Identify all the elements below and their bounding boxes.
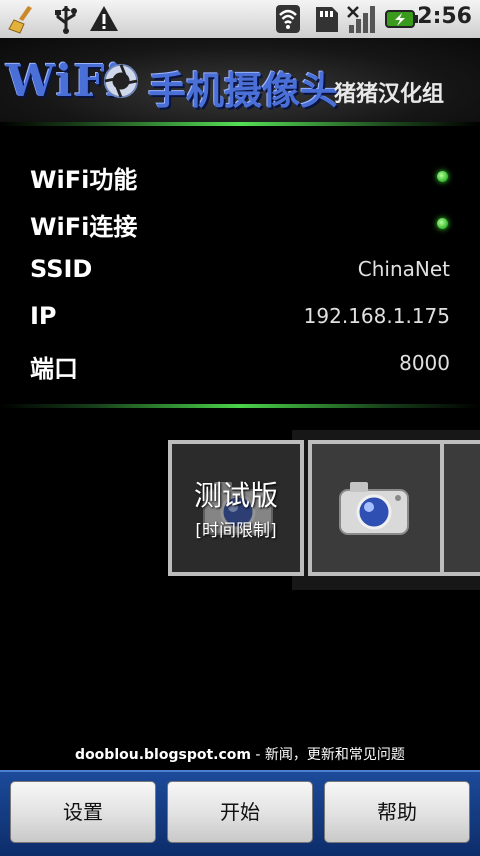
banner-credit: 猪猪汉化组: [334, 82, 445, 107]
info-value: 192.168.1.175: [303, 304, 450, 328]
bottom-button-bar: 设置 开始 帮助: [0, 770, 480, 856]
settings-button[interactable]: 设置: [10, 781, 156, 843]
status-bar: 2:56: [0, 0, 480, 39]
banner-divider: [0, 122, 480, 126]
camera-card-trial[interactable]: 测试版 [时间限制]: [168, 440, 304, 576]
info-label: SSID: [30, 255, 93, 283]
camera-icon: [339, 482, 409, 535]
camera-card[interactable]: [308, 440, 444, 576]
sd-card-icon: [316, 7, 338, 32]
warning-icon: [90, 6, 118, 31]
app-banner: WiFi 手机摄像头 猪猪汉化组: [0, 38, 480, 126]
section-divider: [0, 404, 480, 408]
status-dot-icon: [437, 171, 448, 182]
trial-title: 测试版: [193, 479, 278, 512]
footer-text: - 新闻，更新和常见问题: [250, 747, 405, 763]
broom-icon: [8, 6, 32, 34]
info-label: WiFi功能: [30, 166, 138, 194]
status-dot-icon: [437, 218, 448, 229]
signal-icon: [347, 6, 375, 33]
clock: 2:56: [417, 4, 472, 29]
info-value: 8000: [399, 351, 450, 375]
info-label: 端口: [30, 355, 78, 383]
info-label: WiFi连接: [30, 213, 138, 241]
usb-icon: [55, 6, 77, 34]
info-row-port: 端口 8000: [30, 345, 450, 385]
info-row-ip: IP 192.168.1.175: [30, 298, 450, 338]
start-button[interactable]: 开始: [167, 781, 313, 843]
camera-lens-icon: [103, 63, 139, 99]
help-button[interactable]: 帮助: [324, 781, 470, 843]
battery-charging-icon: [385, 10, 418, 28]
info-row-wifi-function: WiFi功能: [30, 156, 450, 196]
trial-subtitle: [时间限制]: [195, 521, 277, 541]
banner-title-cn: 手机摄像头: [148, 69, 339, 113]
wifi-icon: [276, 5, 300, 33]
info-value: ChinaNet: [357, 257, 450, 281]
footer-link[interactable]: dooblou.blogspot.com - 新闻，更新和常见问题: [0, 744, 480, 764]
info-row-ssid: SSID ChinaNet: [30, 251, 450, 291]
footer-site[interactable]: dooblou.blogspot.com: [75, 747, 251, 763]
info-row-wifi-connection: WiFi连接: [30, 203, 450, 243]
info-label: IP: [30, 302, 57, 330]
camera-card-partial[interactable]: [440, 440, 480, 576]
